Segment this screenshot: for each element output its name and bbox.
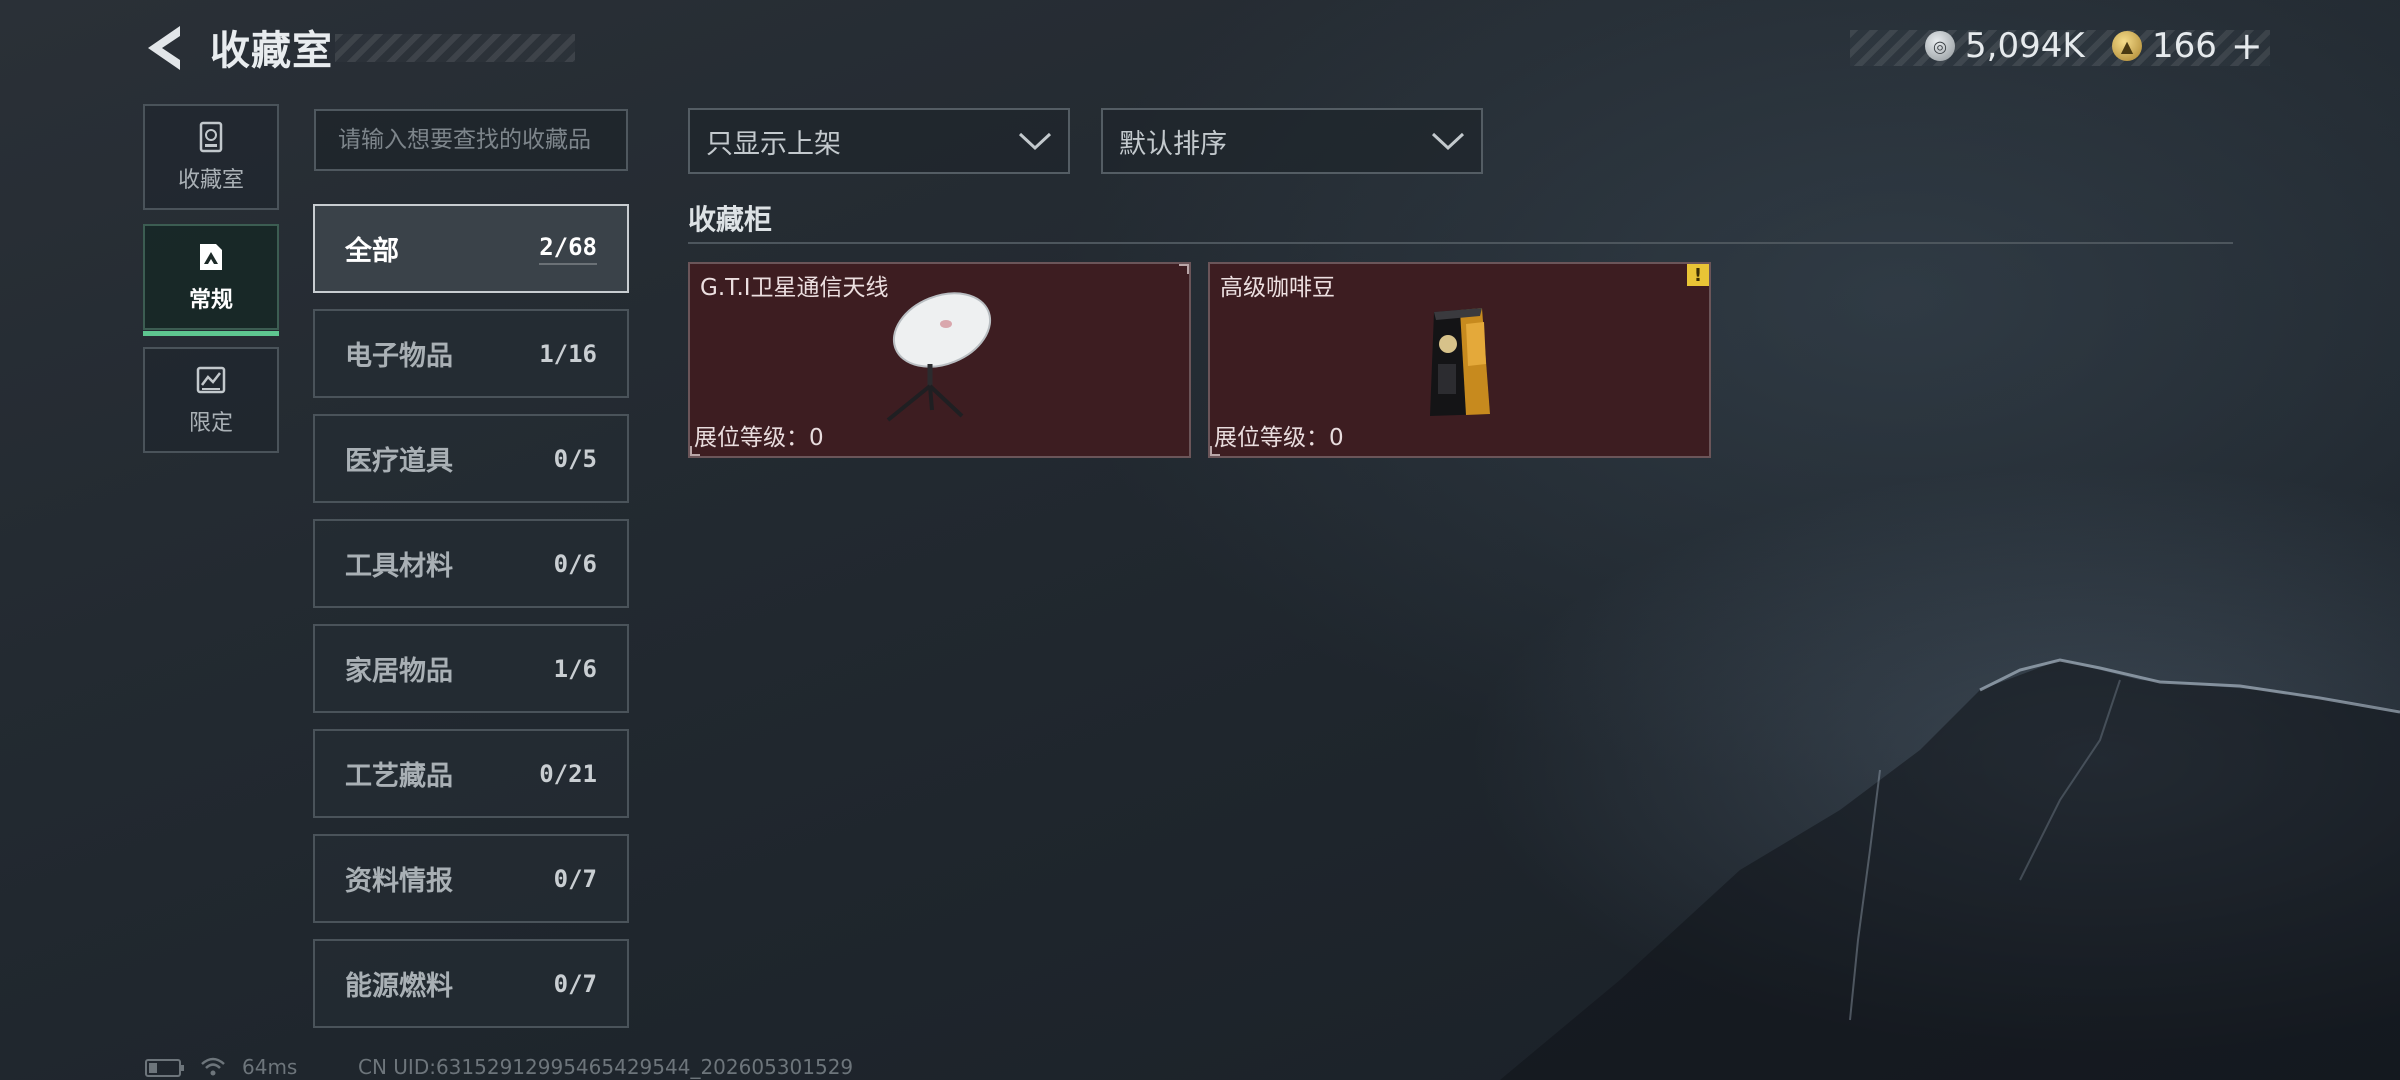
category-crafts[interactable]: 工艺藏品 0/21 (313, 729, 629, 818)
booth-level: 展位等级：0 (1214, 418, 1344, 452)
regular-icon (200, 244, 222, 270)
category-label: 工艺藏品 (345, 761, 453, 792)
card-corner (1179, 264, 1189, 274)
title-decoration (335, 34, 575, 62)
cabinet-title: 收藏柜 (688, 203, 773, 236)
collectible-card-premium-coffee-beans[interactable]: ! 高级咖啡豆 展位等级：0 (1208, 262, 1711, 458)
category-count: 1/16 (539, 339, 597, 368)
chevron-down-icon (1431, 132, 1465, 151)
category-electronics[interactable]: 电子物品 1/16 (313, 309, 629, 398)
gold-currency: ▲ 166 + (2112, 24, 2263, 68)
category-count: 0/5 (553, 444, 597, 473)
listing-filter-value: 只显示上架 (706, 128, 841, 160)
wifi-icon (201, 1057, 225, 1076)
category-tools[interactable]: 工具材料 0/6 (313, 519, 629, 608)
nav-label: 限定 (188, 411, 233, 436)
page-title: 收藏室 (210, 28, 333, 74)
collectible-name: 高级咖啡豆 (1220, 275, 1335, 301)
ping-readout: 64ms (242, 1055, 298, 1079)
category-count: 0/7 (553, 864, 597, 893)
booth-level-label: 展位等级： (694, 425, 809, 451)
gold-currency-amount: 166 (2152, 26, 2217, 66)
listing-filter-dropdown[interactable]: 只显示上架 (688, 108, 1070, 174)
booth-level-value: 0 (1329, 425, 1344, 451)
booth-level: 展位等级：0 (694, 418, 824, 452)
coffee-bag-icon (1430, 308, 1490, 416)
section-divider (688, 242, 2233, 244)
category-household[interactable]: 家居物品 1/6 (313, 624, 629, 713)
add-currency-button[interactable]: + (2231, 24, 2263, 68)
collection-room-icon (199, 121, 223, 153)
booth-level-value: 0 (809, 425, 824, 451)
sort-value: 默认排序 (1119, 128, 1227, 160)
category-label: 电子物品 (345, 341, 453, 372)
category-label: 能源燃料 (345, 971, 453, 1002)
category-count: 0/21 (539, 759, 597, 788)
nav-label: 收藏室 (177, 168, 244, 193)
category-energy[interactable]: 能源燃料 0/7 (313, 939, 629, 1028)
gold-coin-icon: ▲ (2112, 31, 2142, 61)
category-count: 0/6 (553, 549, 597, 578)
limited-icon (196, 366, 226, 394)
satellite-antenna-icon (886, 292, 992, 422)
nav-label: 常规 (188, 288, 233, 313)
category-label: 资料情报 (345, 866, 453, 897)
category-label: 工具材料 (345, 551, 453, 582)
collectible-search-input[interactable] (314, 109, 628, 171)
battery-icon (145, 1059, 184, 1077)
category-label: 家居物品 (345, 656, 453, 687)
category-count: 0/7 (553, 969, 597, 998)
chevron-down-icon (1018, 132, 1052, 151)
category-intel[interactable]: 资料情报 0/7 (313, 834, 629, 923)
background-mountain (1500, 658, 2400, 1080)
silver-currency: ◎ 5,094K (1925, 24, 2085, 68)
sort-dropdown[interactable]: 默认排序 (1101, 108, 1483, 174)
collectible-card-satellite-antenna[interactable]: G.T.I卫星通信天线 展位等级：0 (688, 262, 1191, 458)
silver-coin-icon: ◎ (1925, 31, 1955, 61)
nav-item-limited[interactable]: 限定 (143, 347, 279, 453)
category-count: 1/6 (553, 654, 597, 683)
nav-item-collection-room[interactable]: 收藏室 (143, 104, 279, 210)
category-label: 全部 (345, 236, 399, 267)
category-count: 2/68 (539, 233, 597, 265)
back-arrow-icon[interactable] (140, 22, 186, 74)
nav-item-regular[interactable]: 常规 (143, 224, 279, 336)
booth-level-label: 展位等级： (1214, 425, 1329, 451)
category-label: 医疗道具 (345, 446, 453, 477)
category-all[interactable]: 全部 2/68 (313, 204, 629, 293)
silver-currency-amount: 5,094K (1965, 26, 2085, 66)
category-medical[interactable]: 医疗道具 0/5 (313, 414, 629, 503)
user-uid: CN UID:631529129954654295​44_20260530152… (358, 1055, 854, 1079)
collectible-name: G.T.I卫星通信天线 (700, 275, 889, 301)
warning-badge: ! (1687, 264, 1709, 286)
